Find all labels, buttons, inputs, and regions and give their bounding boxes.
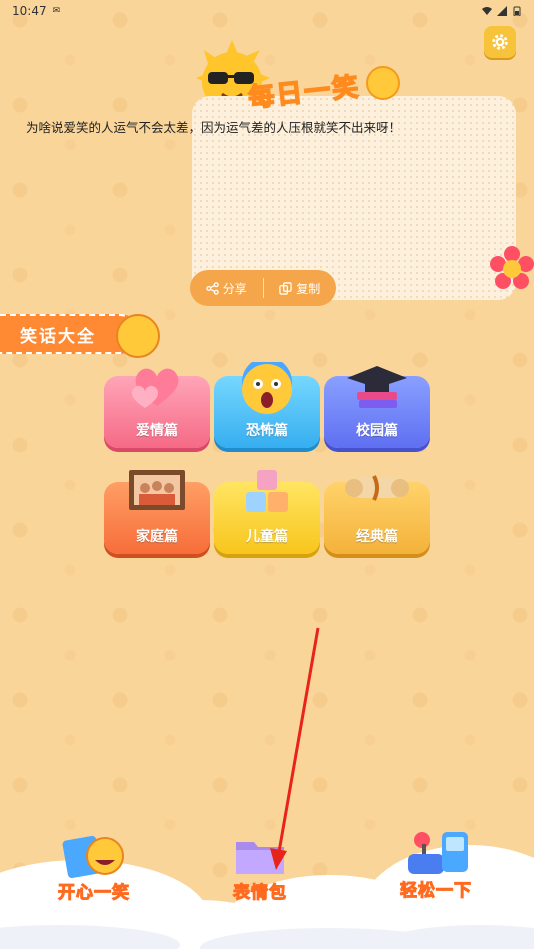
hearts-icon	[131, 368, 179, 408]
share-icon	[206, 281, 219, 295]
scared-face-icon	[242, 362, 292, 414]
category-classic[interactable]: 经典篇	[324, 475, 430, 554]
category-campus[interactable]: 校园篇	[324, 366, 430, 448]
category-label: 校园篇	[356, 423, 398, 439]
status-bar: 10:47 ✉	[0, 0, 534, 22]
status-time: 10:47	[12, 4, 47, 18]
laughing-face-icon	[366, 66, 400, 100]
joke-action-bar: 分享 复制	[190, 270, 336, 306]
scroll-icon	[345, 475, 409, 501]
graduation-cap-books-icon	[347, 366, 407, 408]
category-family[interactable]: 家庭篇	[104, 470, 210, 554]
category-horror[interactable]: 恐怖篇	[214, 362, 320, 448]
laughing-notebook-icon	[62, 835, 124, 878]
category-label: 恐怖篇	[246, 423, 288, 439]
copy-label: 复制	[296, 281, 321, 296]
gear-icon	[492, 34, 508, 50]
category-love[interactable]: 爱情篇	[104, 368, 210, 448]
category-label: 家庭篇	[136, 529, 178, 545]
signal-icon	[497, 6, 507, 16]
joke-text: 为啥说爱笑的人运气不会太差，因为运气差的人压根就笑不出来呀！	[26, 120, 402, 135]
category-children[interactable]: 儿童篇	[214, 470, 320, 554]
settings-button[interactable]	[484, 26, 516, 58]
nav-happy-laugh[interactable]: 开心一笑	[58, 832, 130, 904]
category-label: 儿童篇	[246, 529, 288, 545]
folder-icon	[236, 842, 284, 874]
notification-icon: ✉	[52, 6, 61, 16]
battery-icon	[513, 6, 521, 16]
category-label: 爱情篇	[136, 423, 178, 439]
copy-button[interactable]: 复制	[264, 270, 337, 306]
grinning-face-icon	[116, 314, 160, 358]
share-button[interactable]: 分享	[190, 270, 263, 306]
share-label: 分享	[222, 281, 247, 296]
nav-label: 表情包	[233, 883, 287, 904]
nav-stickers[interactable]: 表情包	[230, 834, 290, 904]
game-console-icon	[408, 832, 468, 874]
wifi-icon	[482, 7, 492, 15]
section-title: 笑话大全	[20, 326, 96, 347]
category-label: 经典篇	[356, 529, 398, 545]
nav-label: 开心一笑	[58, 883, 130, 904]
nav-relax[interactable]: 轻松一下	[398, 828, 474, 902]
flower-icon	[490, 246, 534, 289]
copy-icon	[279, 281, 292, 295]
nav-label: 轻松一下	[400, 881, 472, 902]
family-photo-icon	[129, 470, 185, 510]
abc-blocks-icon	[246, 470, 288, 512]
